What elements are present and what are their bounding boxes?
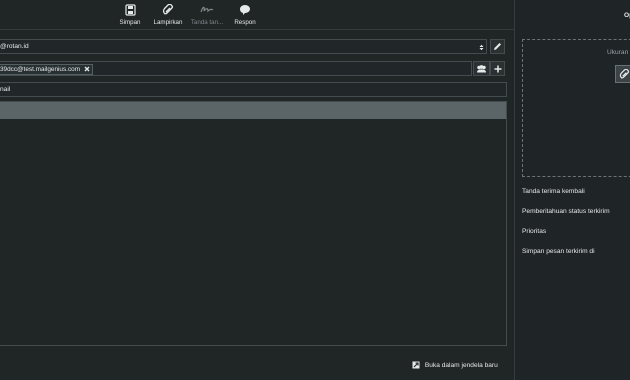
- subject-input[interactable]: nail: [0, 82, 507, 97]
- delivery-status-label: Pemberitahuan status terkirim: [522, 208, 610, 215]
- edit-identity-button[interactable]: [490, 39, 505, 54]
- read-receipt-label: Tanda terima kembali: [522, 188, 585, 195]
- paperclip-icon: [162, 4, 174, 15]
- options-title: Op: [624, 12, 630, 19]
- response-label: Respon: [234, 19, 256, 26]
- attach-button[interactable]: Lampirkan: [151, 4, 185, 26]
- people-icon: [477, 64, 486, 72]
- open-new-window-label: Buka dalam jendela baru: [424, 362, 498, 369]
- pencil-icon: [494, 43, 501, 50]
- paperclip-icon: [619, 68, 629, 79]
- signature-icon: [200, 6, 214, 13]
- attachment-dropzone[interactable]: Ukuran: [522, 39, 630, 177]
- x-icon[interactable]: [84, 66, 90, 72]
- attach-label: Lampirkan: [153, 19, 183, 26]
- plus-icon: [494, 65, 501, 72]
- add-attachment-button[interactable]: [615, 65, 630, 83]
- add-header-button[interactable]: [490, 61, 505, 76]
- attachment-size-label: Ukuran: [607, 49, 629, 56]
- subject-value: nail: [0, 86, 11, 93]
- from-select[interactable]: @rotan.id: [0, 39, 487, 54]
- add-contacts-button[interactable]: [473, 61, 490, 76]
- save-sent-label: Simpan pesan terkirim di: [522, 248, 595, 255]
- save-button[interactable]: Simpan: [116, 4, 144, 26]
- floppy-disk-icon: [124, 4, 136, 16]
- compose-toolbar: Simpan Lampirkan Tanda tan... Respon: [0, 0, 514, 30]
- message-editor[interactable]: [0, 101, 507, 346]
- external-window-icon: [412, 361, 420, 369]
- response-button[interactable]: Respon: [233, 4, 257, 26]
- open-new-window-link[interactable]: Buka dalam jendela baru: [412, 361, 498, 369]
- signature-label: Tanda tan...: [190, 19, 224, 26]
- from-value: @rotan.id: [0, 43, 29, 50]
- to-field[interactable]: 39dcc@test.mailgenius.com: [0, 61, 472, 76]
- chat-bubble-icon: [240, 5, 250, 15]
- editor-toolbar: [0, 102, 506, 119]
- save-label: Simpan: [119, 19, 141, 26]
- priority-label: Prioritas: [522, 228, 547, 235]
- select-arrows-icon: [479, 44, 484, 51]
- signature-button[interactable]: Tanda tan...: [189, 4, 225, 26]
- recipient-address: 39dcc@test.mailgenius.com: [0, 66, 81, 73]
- recipient-chip[interactable]: 39dcc@test.mailgenius.com: [0, 64, 93, 75]
- compose-main: Simpan Lampirkan Tanda tan... Respon @ro…: [0, 0, 514, 380]
